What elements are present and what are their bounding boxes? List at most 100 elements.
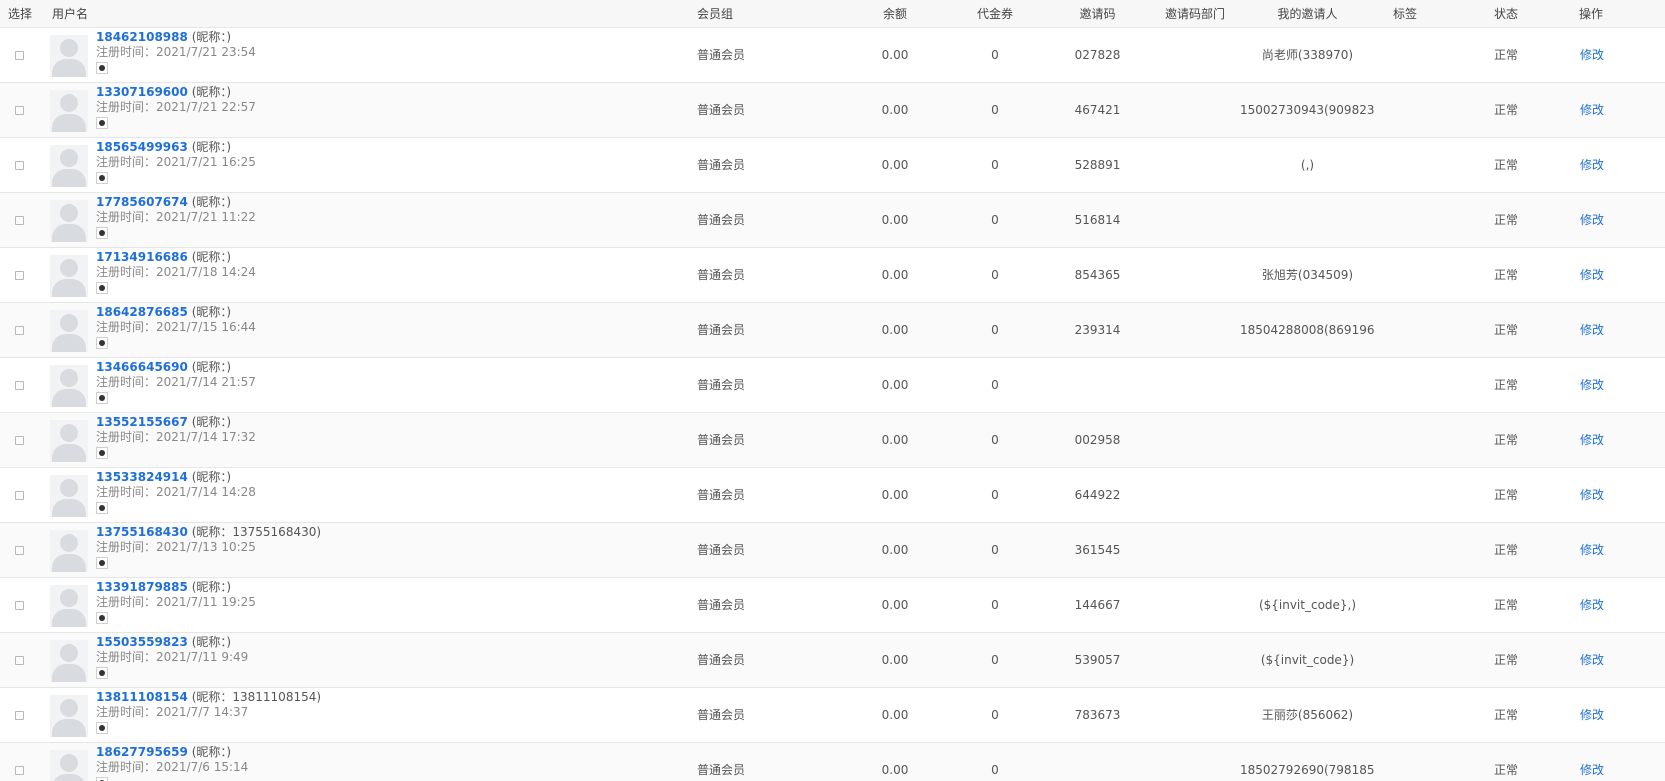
row-checkbox[interactable] bbox=[15, 710, 24, 720]
edit-link[interactable]: 修改 bbox=[1580, 103, 1604, 117]
action-cell: 修改 bbox=[1560, 357, 1665, 412]
action-cell: 修改 bbox=[1560, 522, 1665, 577]
row-checkbox[interactable] bbox=[15, 160, 24, 170]
username-link[interactable]: 13533824914 bbox=[96, 470, 188, 484]
username-link[interactable]: 13755168430 bbox=[96, 525, 188, 539]
username-link[interactable]: 13552155667 bbox=[96, 415, 188, 429]
username-link[interactable]: 18565499963 bbox=[96, 140, 188, 154]
my-inviter: 18504288008(869196) bbox=[1240, 322, 1375, 337]
nickname-suffix: ) bbox=[226, 744, 232, 759]
tag bbox=[1375, 247, 1460, 302]
my-inviter bbox=[1240, 192, 1375, 247]
reg-time-value: 2021/7/14 17:32 bbox=[156, 429, 256, 444]
balance: 0.00 bbox=[881, 212, 909, 227]
voucher: 0 bbox=[991, 707, 999, 722]
username-link[interactable]: 18627795659 bbox=[96, 745, 188, 759]
my-inviter: (,) bbox=[1300, 157, 1315, 172]
status-text: 正常 bbox=[1494, 103, 1519, 117]
username-link[interactable]: 17785607674 bbox=[96, 195, 188, 209]
row-checkbox[interactable] bbox=[15, 270, 24, 280]
row-select-cell bbox=[0, 742, 45, 781]
invite-dept bbox=[1150, 522, 1240, 577]
row-checkbox[interactable] bbox=[15, 655, 24, 665]
member-group: 普通会员 bbox=[697, 103, 746, 117]
voucher: 0 bbox=[991, 762, 999, 777]
reg-time-value: 2021/7/14 14:28 bbox=[156, 484, 256, 499]
edit-link[interactable]: 修改 bbox=[1580, 598, 1604, 612]
username-link[interactable]: 15503559823 bbox=[96, 635, 188, 649]
voucher: 0 bbox=[991, 597, 999, 612]
my-inviter: (${invit_code},) bbox=[1258, 597, 1357, 612]
edit-link[interactable]: 修改 bbox=[1580, 708, 1604, 722]
edit-link[interactable]: 修改 bbox=[1580, 653, 1604, 667]
row-checkbox[interactable] bbox=[15, 545, 24, 555]
edit-link[interactable]: 修改 bbox=[1580, 213, 1604, 227]
username-link[interactable]: 18462108988 bbox=[96, 30, 188, 44]
member-badge-icon bbox=[96, 171, 108, 184]
username-link[interactable]: 13391879885 bbox=[96, 580, 188, 594]
tag bbox=[1375, 632, 1460, 687]
member-group: 普通会员 bbox=[697, 598, 746, 612]
invite-code: 516814 bbox=[1074, 212, 1121, 227]
edit-link[interactable]: 修改 bbox=[1580, 48, 1604, 62]
status-text: 正常 bbox=[1494, 323, 1519, 337]
edit-link[interactable]: 修改 bbox=[1580, 268, 1604, 282]
status-text: 正常 bbox=[1494, 433, 1519, 447]
reg-time-value: 2021/7/21 22:57 bbox=[156, 99, 256, 114]
username-link[interactable]: 18642876685 bbox=[96, 305, 188, 319]
member-group: 普通会员 bbox=[697, 323, 746, 337]
edit-link[interactable]: 修改 bbox=[1580, 488, 1604, 502]
edit-link[interactable]: 修改 bbox=[1580, 378, 1604, 392]
reg-time-label: 注册时间： bbox=[96, 429, 157, 444]
nickname-suffix: ) bbox=[226, 304, 232, 319]
edit-link[interactable]: 修改 bbox=[1580, 158, 1604, 172]
my-inviter bbox=[1240, 412, 1375, 467]
balance: 0.00 bbox=[881, 102, 909, 117]
member-badge-icon bbox=[96, 391, 108, 404]
header-username: 用户名 bbox=[45, 0, 695, 28]
edit-link[interactable]: 修改 bbox=[1580, 433, 1604, 447]
reg-time-label: 注册时间： bbox=[96, 759, 157, 774]
user-cell: 15503559823 (昵称：) 注册时间：2021/7/11 9:49 bbox=[45, 632, 695, 687]
invite-code: 854365 bbox=[1074, 267, 1121, 282]
invite-code: 528891 bbox=[1074, 157, 1121, 172]
row-checkbox[interactable] bbox=[15, 50, 24, 60]
username-link[interactable]: 17134916686 bbox=[96, 250, 188, 264]
edit-link[interactable]: 修改 bbox=[1580, 323, 1604, 337]
voucher: 0 bbox=[991, 542, 999, 557]
status-text: 正常 bbox=[1494, 48, 1519, 62]
user-cell: 18462108988 (昵称：) 注册时间：2021/7/21 23:54 bbox=[45, 27, 695, 82]
row-checkbox[interactable] bbox=[15, 765, 24, 775]
action-cell: 修改 bbox=[1560, 467, 1665, 522]
my-inviter: 王丽莎(856062) bbox=[1261, 708, 1354, 722]
row-checkbox[interactable] bbox=[15, 600, 24, 610]
action-cell: 修改 bbox=[1560, 412, 1665, 467]
member-badge-icon bbox=[96, 446, 108, 459]
edit-link[interactable]: 修改 bbox=[1580, 763, 1604, 777]
member-badge-icon bbox=[96, 776, 108, 781]
status-text: 正常 bbox=[1494, 598, 1519, 612]
edit-link[interactable]: 修改 bbox=[1580, 543, 1604, 557]
row-checkbox[interactable] bbox=[15, 215, 24, 225]
row-checkbox[interactable] bbox=[15, 435, 24, 445]
row-checkbox[interactable] bbox=[15, 105, 24, 115]
status-text: 正常 bbox=[1494, 213, 1519, 227]
invite-dept bbox=[1150, 137, 1240, 192]
user-cell: 13552155667 (昵称：) 注册时间：2021/7/14 17:32 bbox=[45, 412, 695, 467]
header-invite-dept: 邀请码部门 bbox=[1150, 0, 1240, 28]
username-link[interactable]: 13307169600 bbox=[96, 85, 188, 99]
username-link[interactable]: 13811108154 bbox=[96, 690, 188, 704]
default-avatar-icon bbox=[50, 199, 88, 242]
username-link[interactable]: 13466645690 bbox=[96, 360, 188, 374]
reg-time-value: 2021/7/21 11:22 bbox=[156, 209, 256, 224]
row-checkbox[interactable] bbox=[15, 380, 24, 390]
member-group: 普通会员 bbox=[697, 48, 746, 62]
balance: 0.00 bbox=[881, 47, 909, 62]
row-checkbox[interactable] bbox=[15, 325, 24, 335]
row-checkbox[interactable] bbox=[15, 490, 24, 500]
reg-time-label: 注册时间： bbox=[96, 484, 157, 499]
reg-time-value: 2021/7/14 21:57 bbox=[156, 374, 256, 389]
nickname-value: 13755168430 bbox=[232, 524, 317, 539]
nickname-prefix: (昵称： bbox=[191, 29, 227, 44]
table-row: 13391879885 (昵称：) 注册时间：2021/7/11 19:25 普通会… bbox=[0, 577, 1665, 632]
